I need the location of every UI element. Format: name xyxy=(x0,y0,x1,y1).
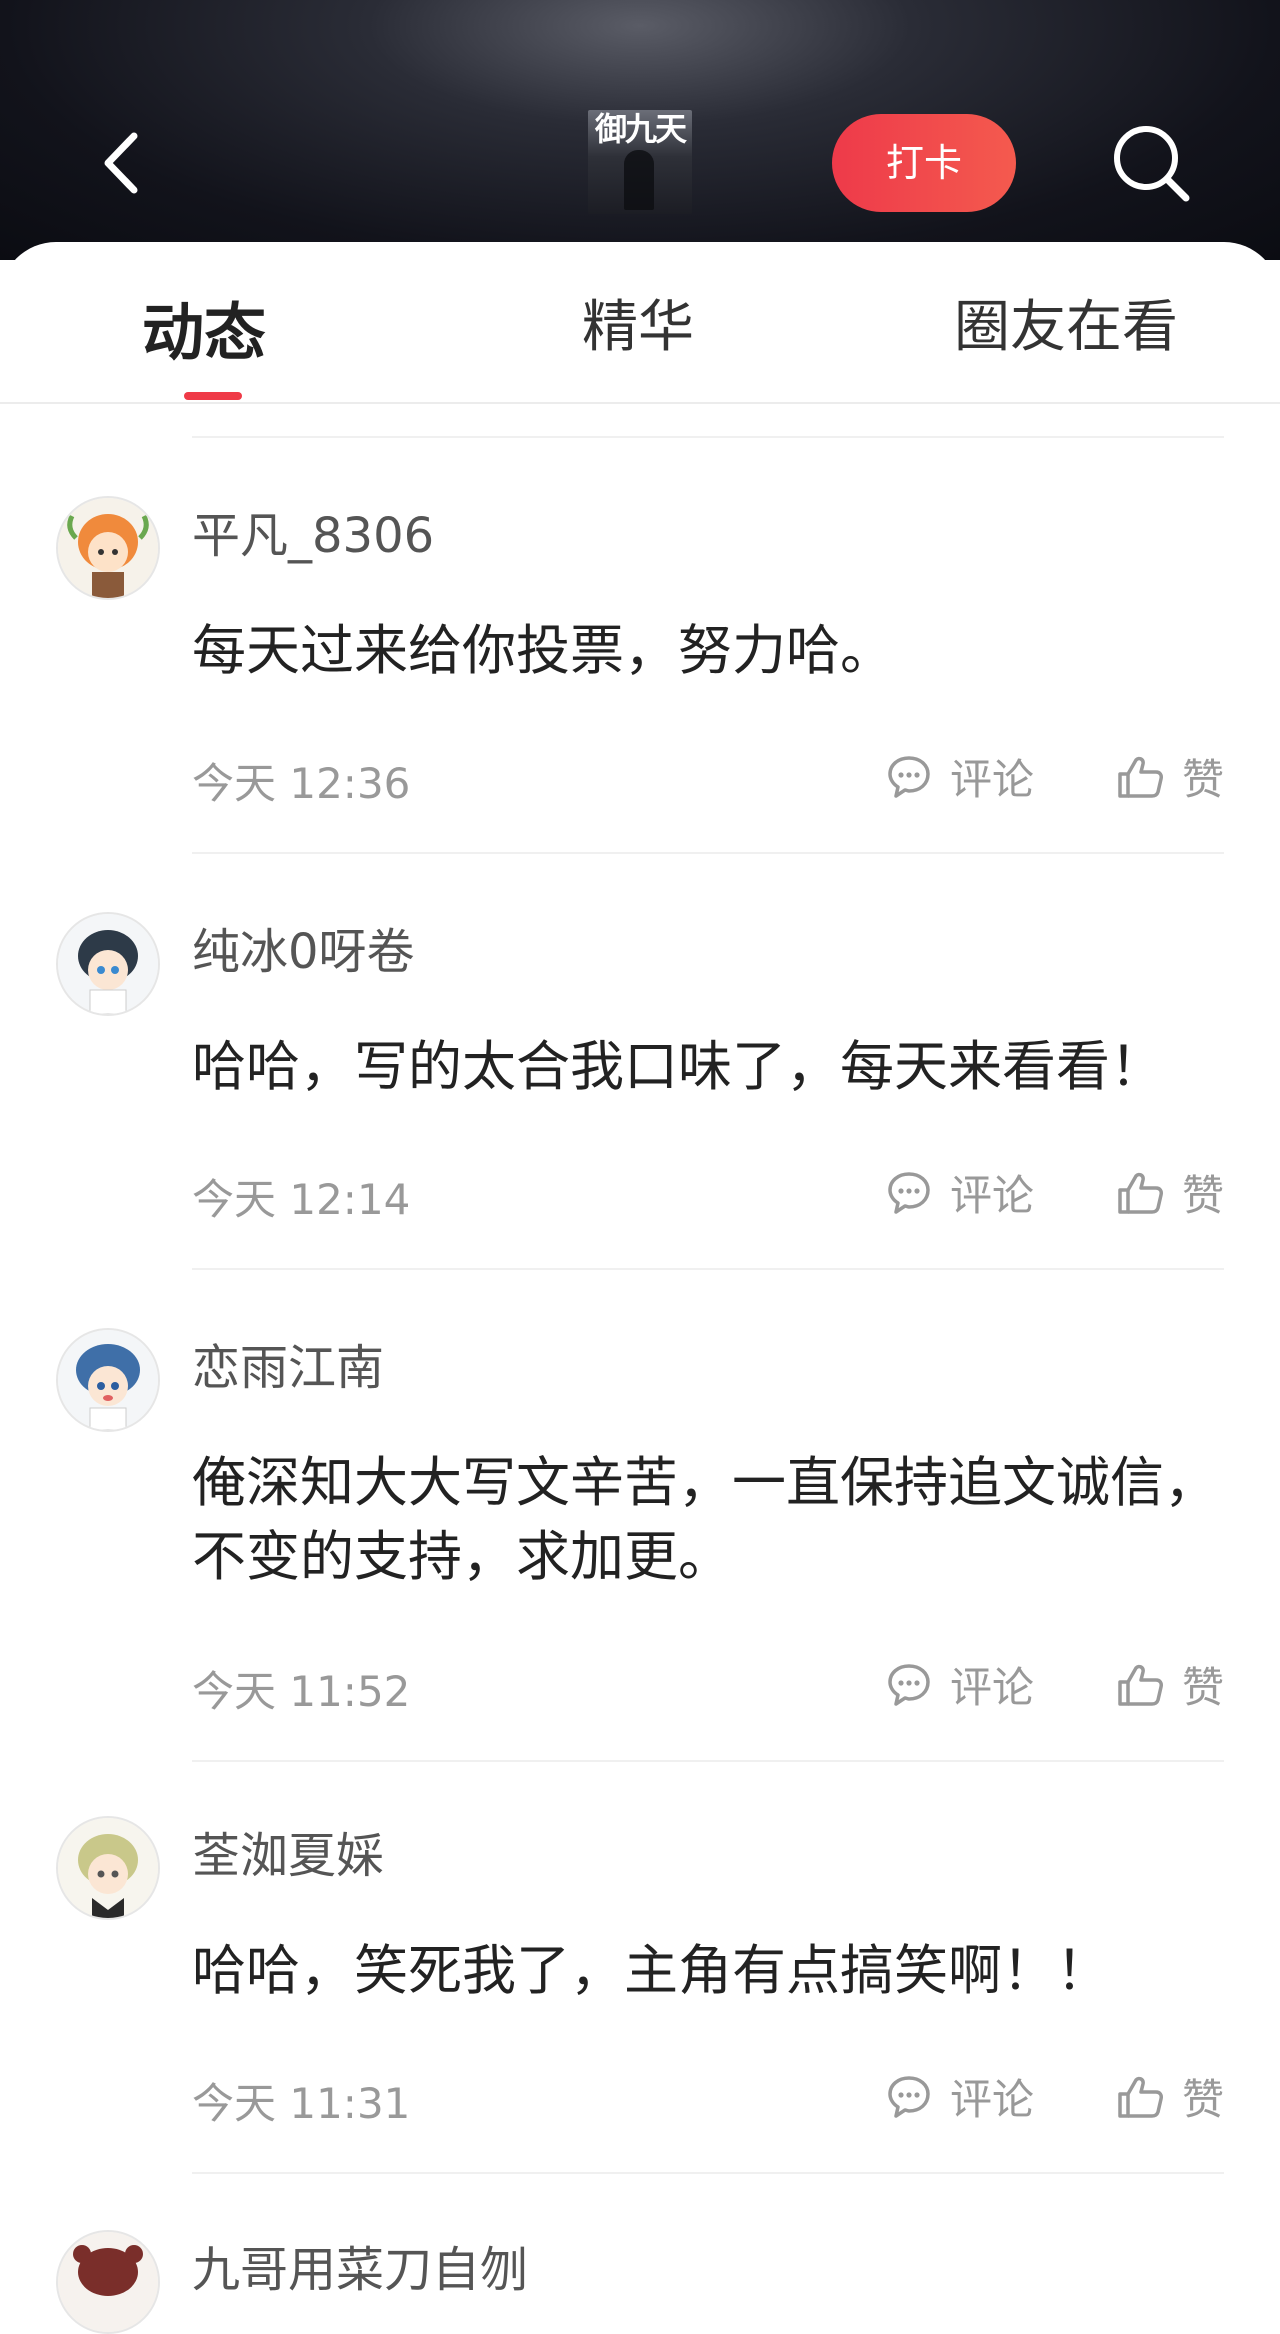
top-bar: 御九天 打卡 xyxy=(0,0,1280,260)
book-cover-thumbnail[interactable]: 御九天 xyxy=(588,110,692,214)
post-time: 今天 11:52 xyxy=(192,1667,411,1716)
comment-button[interactable]: 评论 xyxy=(886,746,1034,807)
post-username[interactable]: 平凡_8306 xyxy=(192,496,434,566)
post-time: 今天 12:36 xyxy=(192,759,411,808)
checkin-button[interactable]: 打卡 xyxy=(832,114,1016,212)
post-content[interactable]: 哈哈，写的太合我口味了，每天来看看！ xyxy=(192,1030,1232,1104)
comment-button[interactable]: 评论 xyxy=(886,1162,1034,1223)
cover-figure xyxy=(624,150,654,210)
comment-button[interactable]: 评论 xyxy=(886,2066,1034,2127)
avatar[interactable] xyxy=(56,912,160,1016)
divider xyxy=(192,2172,1224,2174)
divider xyxy=(192,1268,1224,1270)
like-button[interactable]: 赞 xyxy=(1116,1162,1224,1223)
avatar-image xyxy=(58,1818,158,1918)
like-label: 赞 xyxy=(1182,1663,1225,1712)
tab-bar: 动态 精华 圈友在看 xyxy=(0,242,1280,404)
chevron-left-icon xyxy=(104,132,138,194)
post-username[interactable]: 纯冰0呀卷 xyxy=(192,912,415,982)
comment-icon xyxy=(888,2075,930,2118)
like-label: 赞 xyxy=(1182,755,1225,804)
tab-friends-watching[interactable]: 圈友在看 xyxy=(954,282,1178,363)
comment-icon xyxy=(888,1663,930,1706)
comment-icon xyxy=(888,1171,930,1214)
post-username[interactable]: 九哥用菜刀自刎 xyxy=(192,2230,528,2300)
comment-label: 评论 xyxy=(950,755,1035,804)
tab-dynamics[interactable]: 动态 xyxy=(142,282,266,372)
thumbs-up-icon xyxy=(1118,1172,1163,1214)
thumbs-up-icon xyxy=(1118,1664,1163,1706)
search-button[interactable] xyxy=(1110,122,1194,206)
divider xyxy=(192,852,1224,854)
post-time: 今天 12:14 xyxy=(192,1175,411,1224)
comment-label: 评论 xyxy=(950,1171,1035,1220)
post-content[interactable]: 每天过来给你投票，努力哈。 xyxy=(192,614,1232,688)
like-label: 赞 xyxy=(1182,1171,1225,1220)
post-content[interactable]: 俺深知大大写文辛苦，一直保持追文诚信，不变的支持，求加更。 xyxy=(192,1446,1232,1594)
avatar-image xyxy=(58,914,158,1014)
post-username[interactable]: 恋雨江南 xyxy=(192,1328,384,1398)
comment-label: 评论 xyxy=(950,2075,1035,2124)
divider xyxy=(192,436,1224,438)
back-button[interactable] xyxy=(96,128,156,198)
avatar[interactable] xyxy=(56,1328,160,1432)
post-time: 今天 11:31 xyxy=(192,2079,411,2128)
search-icon xyxy=(1114,126,1190,202)
comment-icon xyxy=(888,755,930,798)
thumbs-up-icon xyxy=(1118,756,1163,798)
post-username[interactable]: 荃洳夏婇 xyxy=(192,1816,384,1886)
avatar-image xyxy=(58,2232,158,2332)
comment-button[interactable]: 评论 xyxy=(886,1654,1034,1715)
tab-featured[interactable]: 精华 xyxy=(582,282,694,363)
book-cover-title: 御九天 xyxy=(594,110,687,148)
thumbs-up-icon xyxy=(1118,2076,1163,2118)
comment-label: 评论 xyxy=(950,1663,1035,1712)
avatar-image xyxy=(58,1330,158,1430)
avatar[interactable] xyxy=(56,1816,160,1920)
active-tab-indicator xyxy=(184,392,242,400)
like-label: 赞 xyxy=(1182,2075,1225,2124)
avatar-image xyxy=(58,498,158,598)
avatar[interactable] xyxy=(56,496,160,600)
like-button[interactable]: 赞 xyxy=(1116,746,1224,807)
like-button[interactable]: 赞 xyxy=(1116,2066,1224,2127)
divider xyxy=(192,1760,1224,1762)
avatar[interactable] xyxy=(56,2230,160,2334)
post-content[interactable]: 哈哈，笑死我了，主角有点搞笑啊！！ xyxy=(192,1934,1232,2008)
like-button[interactable]: 赞 xyxy=(1116,1654,1224,1715)
